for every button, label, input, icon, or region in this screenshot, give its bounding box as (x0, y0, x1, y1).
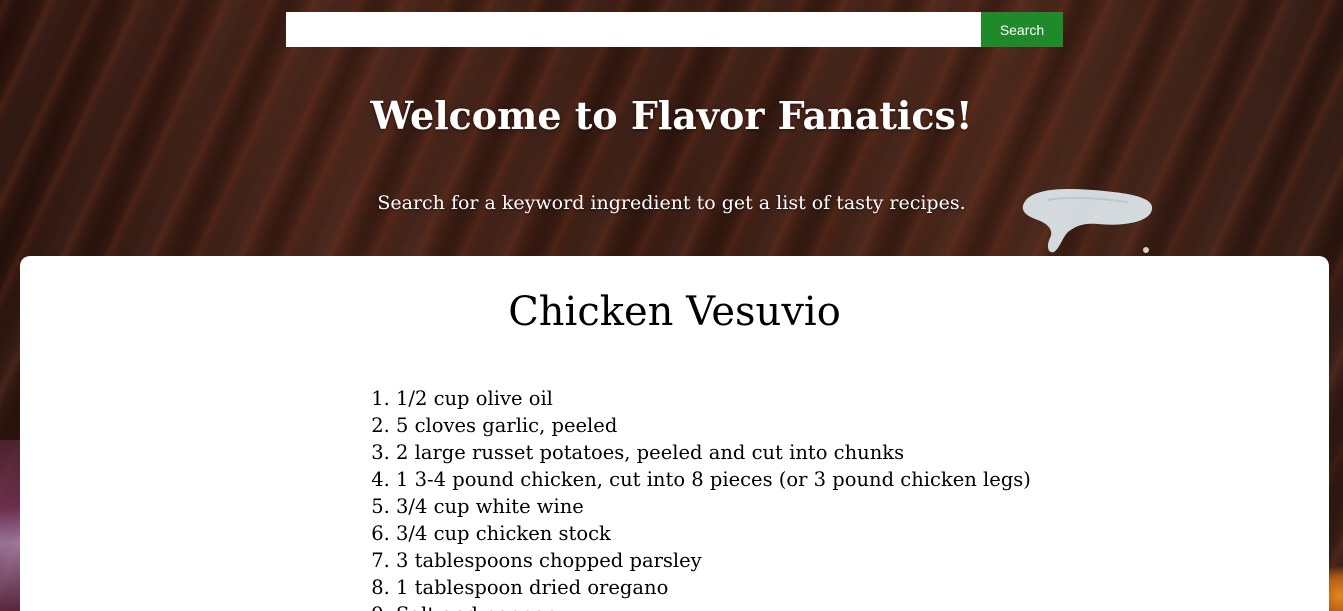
recipe-title: Chicken Vesuvio (508, 289, 841, 335)
search-input[interactable] (286, 12, 981, 47)
background-decoration-herbs (0, 440, 22, 611)
background-decoration-spice (1327, 560, 1343, 611)
ingredient-item: 3/4 cup white wine (396, 493, 1031, 520)
ingredient-item: 1 tablespoon dried oregano (396, 574, 1031, 601)
ingredient-item: 1/2 cup olive oil (396, 385, 1031, 412)
ingredient-item: 1 3-4 pound chicken, cut into 8 pieces (… (396, 466, 1031, 493)
recipe-card: Chicken Vesuvio 1/2 cup olive oil 5 clov… (20, 256, 1329, 611)
search-bar: Search (286, 12, 1063, 47)
page-subtitle: Search for a keyword ingredient to get a… (377, 192, 966, 214)
page-title: Welcome to Flavor Fanatics! (370, 93, 973, 138)
ingredient-list: 1/2 cup olive oil 5 cloves garlic, peele… (374, 385, 1031, 611)
ingredient-item: 2 large russet potatoes, peeled and cut … (396, 439, 1031, 466)
ingredient-item: 3/4 cup chicken stock (396, 520, 1031, 547)
search-button[interactable]: Search (981, 12, 1063, 47)
ingredient-item: Salt and pepper (396, 601, 1031, 611)
ingredient-item: 5 cloves garlic, peeled (396, 412, 1031, 439)
ingredient-item: 3 tablespoons chopped parsley (396, 547, 1031, 574)
